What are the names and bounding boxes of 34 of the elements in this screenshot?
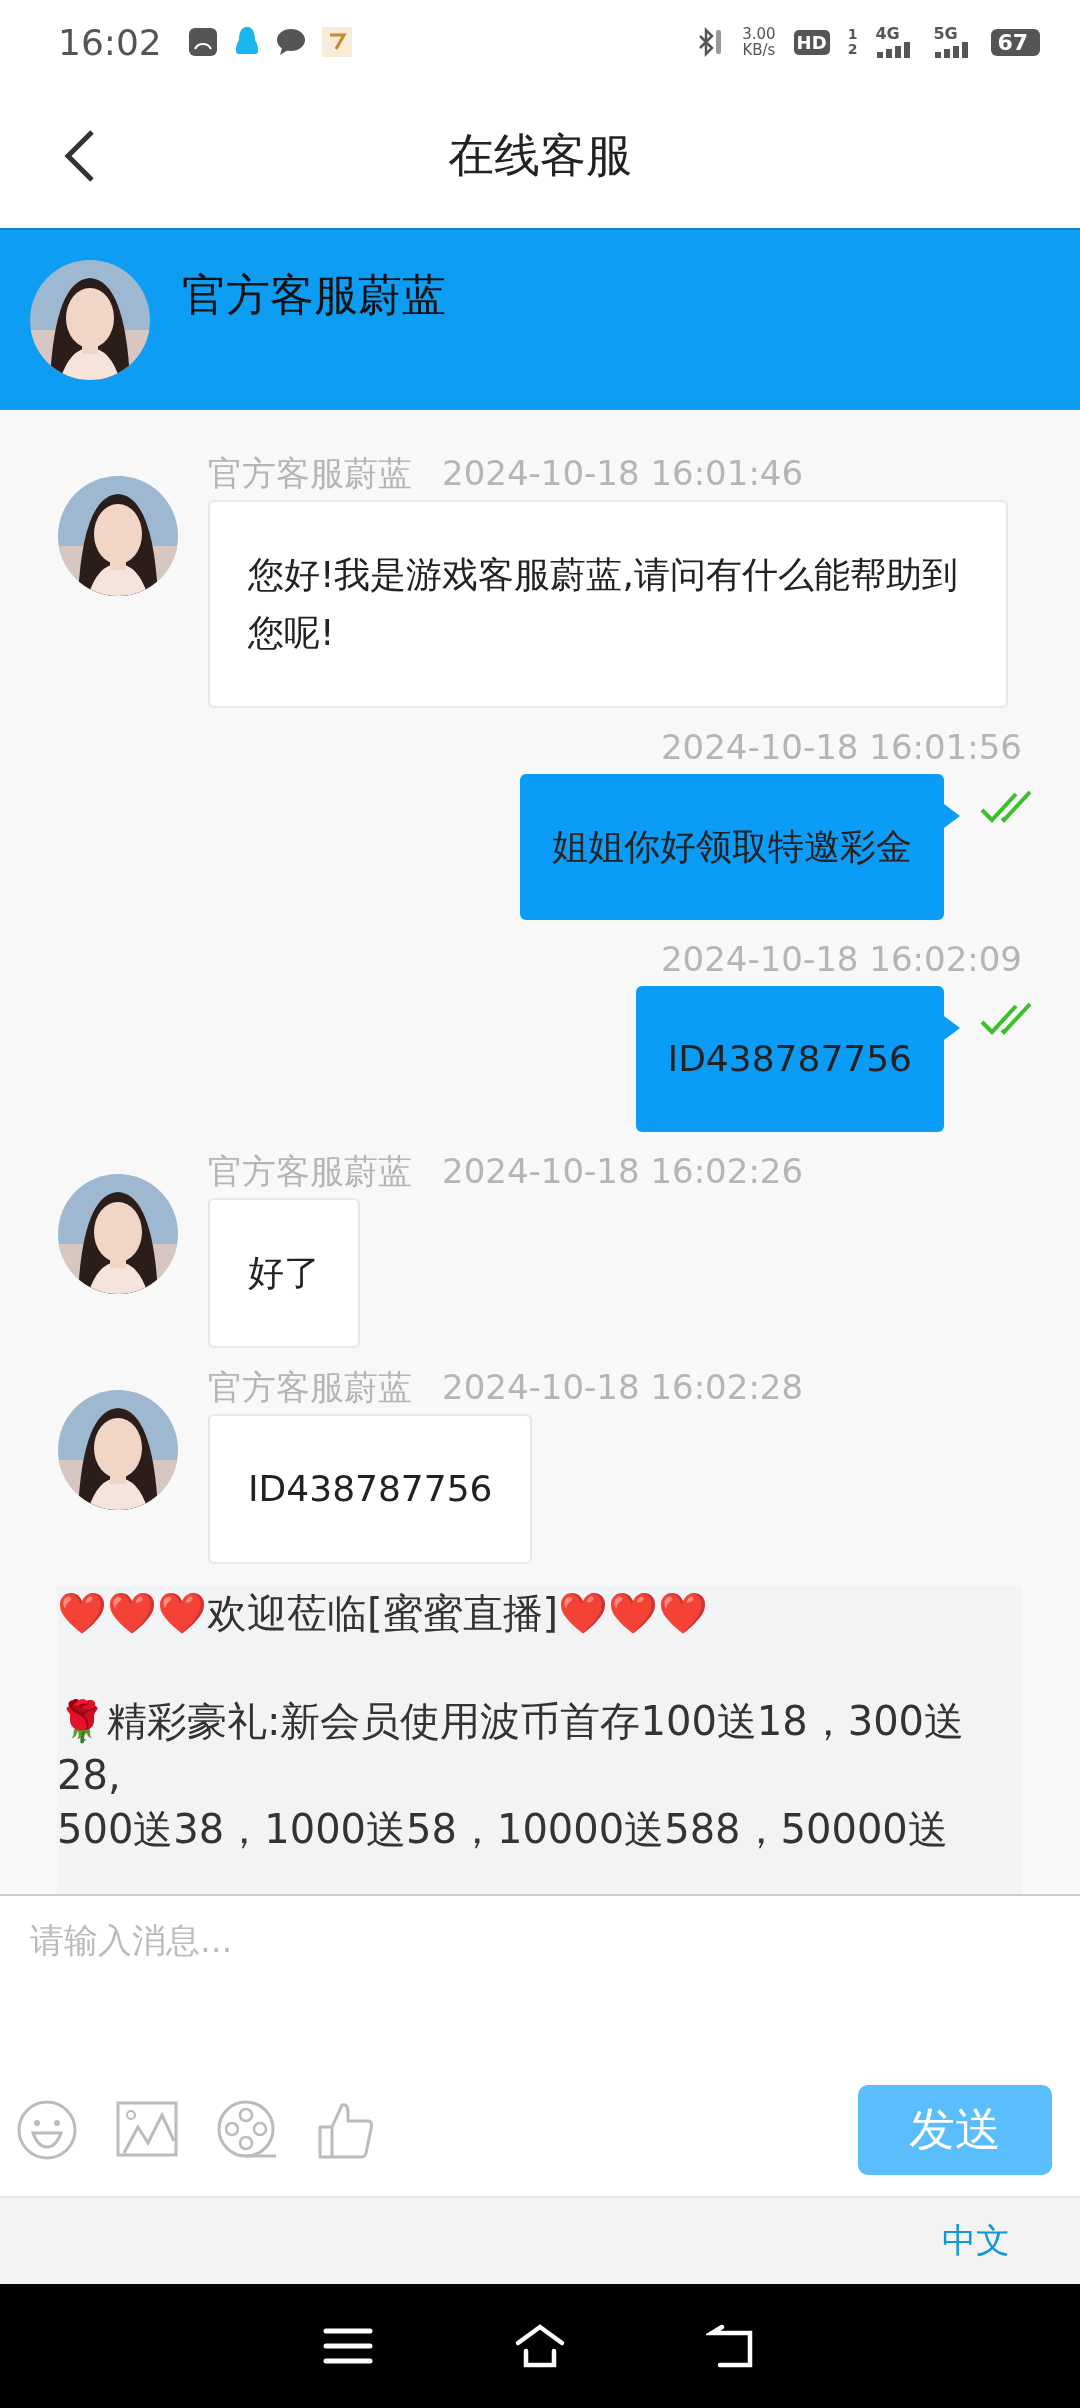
page-title: 在线客服 <box>448 128 632 182</box>
network-speed: 3.00 <box>742 26 776 42</box>
home-icon[interactable] <box>514 2323 566 2369</box>
network-type: 5G <box>933 26 959 42</box>
sim-label: 1 <box>847 27 858 42</box>
sender-name: 官方客服蔚蓝 <box>208 1370 412 1404</box>
speed-unit: KB/s <box>742 42 776 58</box>
sender-name: 官方客服蔚蓝 <box>208 1154 412 1188</box>
message-time: 2024-10-18 16:01:46 <box>442 456 804 490</box>
bubble-tail <box>944 1016 960 1040</box>
message-bubble: 姐姐你好领取特邀彩金 <box>520 774 944 920</box>
message-bubble: ID438787756 <box>635 986 944 1132</box>
message-input[interactable]: 请输入消息... <box>0 1896 1080 1984</box>
bubble-tail <box>944 804 960 828</box>
language-link[interactable]: 中文 <box>942 2218 1010 2264</box>
message-time: 2024-10-18 16:02:09 <box>660 942 1022 976</box>
chat-icon <box>275 28 306 56</box>
battery-level: 67 <box>991 28 1040 56</box>
sender-name: 官方客服蔚蓝 <box>208 456 412 490</box>
announcement-text: 🌹精彩豪礼:新会员使用波币首存100送18，300送28, 500送38，1000送58，10000送588，50000送 <box>57 1697 966 1854</box>
clock: 16:02 <box>58 21 162 63</box>
send-button[interactable]: 发送 <box>858 2085 1052 2175</box>
network-type: 4G <box>875 26 901 42</box>
message-bubble: ID438787756 <box>208 1414 533 1564</box>
hd-badge: HD <box>793 29 830 55</box>
message-time: 2024-10-18 16:02:28 <box>442 1370 804 1404</box>
sim-label: 2 <box>847 42 858 57</box>
announcement-text: ❤❤❤欢迎莅临[蜜蜜直播]❤❤❤ <box>57 1589 710 1638</box>
app-icon <box>321 27 352 57</box>
message-bubble: 好了 <box>208 1198 360 1348</box>
agent-name: 官方客服蔚蓝 <box>182 267 446 322</box>
message-bubble: 您好!我是游戏客服蔚蓝,请问有什么能帮助到您呢! <box>208 500 1008 708</box>
message-time: 2024-10-18 16:02:26 <box>442 1154 804 1188</box>
message-time: 2024-10-18 16:01:56 <box>660 730 1022 764</box>
